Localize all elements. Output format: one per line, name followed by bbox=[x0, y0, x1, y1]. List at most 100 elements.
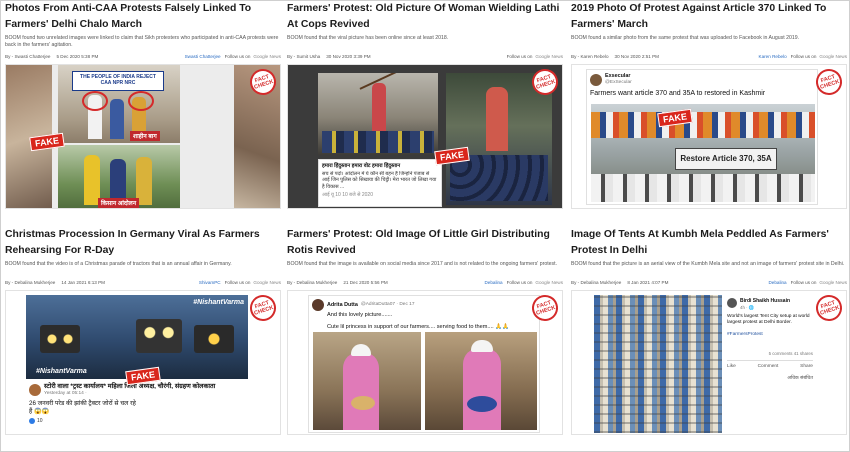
author[interactable]: By - Karen Rebelo bbox=[571, 54, 609, 59]
tweet-text: Farmers want article 370 and 35A to rest… bbox=[590, 90, 766, 97]
author[interactable]: By - Debalina Mukherjee bbox=[287, 280, 337, 285]
police-photo-closeup bbox=[446, 73, 552, 205]
tent-rows bbox=[594, 295, 722, 433]
fact-check-stamp: FACT CHECK bbox=[246, 291, 280, 325]
google-news-link[interactable]: Google News bbox=[819, 54, 847, 59]
more-related-link[interactable]: अधिक संबंधित bbox=[727, 376, 813, 383]
article-card-3[interactable]: 2019 Photo Of Protest Against Article 37… bbox=[571, 1, 847, 225]
article-title[interactable]: Christmas Procession In Germany Viral As… bbox=[5, 227, 281, 259]
article-image[interactable]: Birdi Shaikh Hussain 4h · 🌐 World's larg… bbox=[571, 290, 847, 435]
girl-photo-right bbox=[425, 332, 537, 430]
police-photo bbox=[318, 73, 438, 155]
google-news-link[interactable]: Google News bbox=[535, 280, 563, 285]
protest-photo-bottom: किसान आंदोलन bbox=[58, 145, 180, 208]
highlight-circle bbox=[82, 91, 108, 111]
article-title[interactable]: Image Of Tents At Kumbh Mela Peddled As … bbox=[571, 227, 847, 259]
source-link[interactable]: Karen Rebelo bbox=[759, 54, 787, 59]
post-header: स्टोरी वाला *ट्रस्ट कार्यालय* महिला जिला… bbox=[29, 383, 245, 397]
tent-city-photo bbox=[594, 295, 722, 433]
article-title[interactable]: Farmers' Protest: Old Picture Of Woman W… bbox=[287, 1, 563, 33]
page: Photos From Anti-CAA Protests Falsely Li… bbox=[0, 0, 850, 452]
article-summary: BOOM found a similar photo from the same… bbox=[571, 35, 800, 41]
author[interactable]: By - Debalina Mukherjee bbox=[5, 280, 55, 285]
article-summary: BOOM found that the video is of a Christ… bbox=[5, 261, 232, 267]
share-button[interactable]: Share bbox=[800, 364, 813, 371]
author[interactable]: By - Sumit Usha bbox=[287, 54, 320, 59]
post-text: World's largest Tent City setup at world… bbox=[727, 314, 810, 325]
article-summary: BOOM found that the viral picture has be… bbox=[287, 35, 449, 41]
post-author[interactable]: हमारा हिंदुस्तान हमारा वोट हमारा हिंदुस्… bbox=[322, 163, 438, 170]
avatar[interactable] bbox=[590, 73, 602, 86]
post-text: सच से पर्दा। आंदोलन में ये कौन सी बहन है… bbox=[322, 170, 437, 190]
source-link[interactable]: ShivamPC bbox=[199, 280, 221, 285]
police-helmets bbox=[322, 131, 434, 153]
tweet-author[interactable]: Exsecular bbox=[605, 73, 632, 80]
tweet-handle[interactable]: @ExSecular bbox=[605, 80, 632, 87]
follow-label: Follow us on bbox=[224, 279, 251, 285]
article-meta: By - Debalina Mukherjee 21 Dec 2020 5:56… bbox=[287, 278, 563, 286]
tweet[interactable]: Exsecular @ExSecular Farmers want articl… bbox=[586, 69, 818, 205]
google-news-link[interactable]: Google News bbox=[819, 280, 847, 285]
turban bbox=[351, 344, 371, 356]
article-image[interactable]: हमारा हिंदुस्तान हमारा वोट हमारा हिंदुस्… bbox=[287, 64, 563, 209]
article-card-2[interactable]: Farmers' Protest: Old Picture Of Woman W… bbox=[287, 1, 563, 225]
article-summary: BOOM found that the picture is an aerial… bbox=[571, 261, 845, 267]
tweet[interactable]: Adrita Dutta @AdritaDutta07 · Dec 17 And… bbox=[308, 295, 540, 433]
date: 14 Jan 2021 6:13 PM bbox=[61, 279, 105, 285]
article-image[interactable]: Exsecular @ExSecular Farmers want articl… bbox=[571, 64, 847, 209]
tweet-photo: Restore Article 370, 35A bbox=[591, 104, 815, 202]
like-button[interactable]: Like bbox=[727, 364, 736, 371]
google-news-link[interactable]: Google News bbox=[535, 54, 563, 59]
watermark: #NishantVarma bbox=[36, 368, 87, 375]
article-card-6[interactable]: Image Of Tents At Kumbh Mela Peddled As … bbox=[571, 227, 847, 451]
tweet-header: Adrita Dutta @AdritaDutta07 · Dec 17 bbox=[312, 299, 536, 311]
article-title[interactable]: 2019 Photo Of Protest Against Article 37… bbox=[571, 1, 847, 33]
article-card-4[interactable]: Christmas Procession In Germany Viral As… bbox=[5, 227, 281, 451]
protest-placard: THE PEOPLE OF INDIA REJECT CAA NPR NRC bbox=[72, 71, 164, 91]
source-link[interactable]: Swasti Chatterjee bbox=[185, 54, 221, 59]
article-image[interactable]: THE PEOPLE OF INDIA REJECT CAA NPR NRC श… bbox=[5, 64, 281, 209]
article-image[interactable]: Adrita Dutta @AdritaDutta07 · Dec 17 And… bbox=[287, 290, 563, 435]
follow-label: Follow us on bbox=[224, 53, 251, 59]
follow-label: Follow us on bbox=[506, 53, 533, 59]
avatar[interactable] bbox=[312, 299, 324, 311]
post-hashtag[interactable]: #FarmersProtest bbox=[727, 332, 813, 339]
google-news-link[interactable]: Google News bbox=[253, 54, 281, 59]
post-author[interactable]: Birdi Shaikh Hussain bbox=[740, 298, 790, 305]
article-image[interactable]: #NishantVarma #NishantVarma स्टोरी वाला … bbox=[5, 290, 281, 435]
article-title[interactable]: Farmers' Protest: Old Image Of Little Gi… bbox=[287, 227, 563, 259]
reaction-count: 10 bbox=[29, 418, 245, 425]
turban bbox=[471, 340, 493, 352]
article-title[interactable]: Photos From Anti-CAA Protests Falsely Li… bbox=[5, 1, 281, 33]
tweet-handle[interactable]: @AdritaDutta07 · Dec 17 bbox=[361, 302, 415, 309]
like-icon bbox=[29, 418, 35, 425]
watermark: #NishantVarma bbox=[193, 299, 244, 306]
woman-with-lathi bbox=[372, 83, 386, 133]
avatar[interactable] bbox=[29, 384, 41, 396]
comment-button[interactable]: Comment bbox=[758, 364, 779, 371]
post-time: 4h · 🌐 bbox=[740, 304, 755, 310]
source-link[interactable]: Debalina bbox=[768, 280, 786, 285]
avatar[interactable] bbox=[727, 298, 737, 308]
author[interactable]: By - Swasti Chatterjee bbox=[5, 54, 50, 59]
person bbox=[110, 99, 124, 139]
post-text: 26 जनवरी परेड की झांकी ट्रैक्टर जोरों से… bbox=[29, 400, 136, 415]
facebook-post[interactable]: हमारा हिंदुस्तान हमारा वोट हमारा हिंदुस्… bbox=[318, 159, 442, 207]
article-meta: By - Swasti Chatterjee 5 Dec 2020 5:38 P… bbox=[5, 52, 281, 60]
tweet-author[interactable]: Adrita Dutta bbox=[327, 302, 358, 309]
facebook-post[interactable]: स्टोरी वाला *ट्रस्ट कार्यालय* महिला जिला… bbox=[26, 381, 248, 433]
author[interactable]: By - Debalina Mukherjee bbox=[571, 280, 621, 285]
tractor-lights bbox=[136, 319, 182, 353]
follow-label: Follow us on bbox=[790, 53, 817, 59]
follow-label: Follow us on bbox=[790, 279, 817, 285]
facebook-post[interactable]: Birdi Shaikh Hussain 4h · 🌐 World's larg… bbox=[724, 295, 816, 395]
post-header: Birdi Shaikh Hussain 4h · 🌐 bbox=[727, 298, 813, 311]
article-card-5[interactable]: Farmers' Protest: Old Image Of Little Gi… bbox=[287, 227, 563, 451]
caption-kisan-andolan: किसान आंदोलन bbox=[98, 198, 140, 208]
google-news-link[interactable]: Google News bbox=[253, 280, 281, 285]
girl bbox=[343, 352, 379, 430]
article-card-1[interactable]: Photos From Anti-CAA Protests Falsely Li… bbox=[5, 1, 281, 225]
source-link[interactable]: Debalina bbox=[484, 280, 502, 285]
tweet-quote: Cute lil princess in support of our farm… bbox=[327, 323, 510, 330]
post-author[interactable]: स्टोरी वाला *ट्रस्ट कार्यालय* महिला जिला… bbox=[44, 383, 215, 391]
